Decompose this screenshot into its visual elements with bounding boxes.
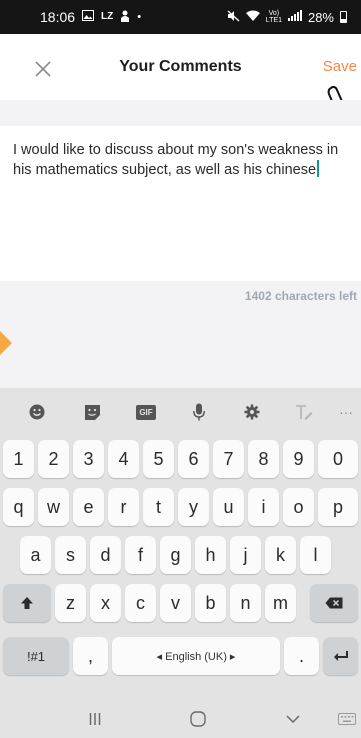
status-time: 18:06 bbox=[40, 9, 76, 25]
navigation-bar bbox=[0, 700, 361, 738]
key-e[interactable]: e bbox=[73, 488, 104, 526]
comma-key[interactable]: , bbox=[73, 637, 108, 675]
emoji-icon[interactable] bbox=[26, 401, 48, 423]
key-7[interactable]: 7 bbox=[213, 440, 244, 478]
key-k[interactable]: k bbox=[265, 536, 296, 574]
key-s[interactable]: s bbox=[55, 536, 86, 574]
key-n[interactable]: n bbox=[230, 584, 261, 622]
keyboard-switch-button[interactable] bbox=[335, 709, 359, 729]
shift-key[interactable] bbox=[3, 584, 51, 622]
recents-button[interactable] bbox=[84, 709, 106, 729]
key-w[interactable]: w bbox=[38, 488, 69, 526]
volte-icon: Vo) LTE1 bbox=[265, 10, 282, 24]
key-0[interactable]: 0 bbox=[318, 440, 358, 478]
key-2[interactable]: 2 bbox=[38, 440, 69, 478]
person-icon bbox=[120, 10, 130, 25]
key-9[interactable]: 9 bbox=[283, 440, 314, 478]
status-right: Vo) LTE1 28% bbox=[227, 10, 347, 25]
key-z[interactable]: z bbox=[55, 584, 86, 622]
back-button[interactable] bbox=[282, 709, 304, 729]
gif-icon[interactable]: GIF bbox=[135, 401, 157, 423]
image-icon bbox=[82, 10, 95, 24]
text-style-icon[interactable] bbox=[293, 401, 315, 423]
mic-icon[interactable] bbox=[188, 401, 210, 423]
status-left: 18:06 LZ • bbox=[40, 9, 141, 25]
backspace-icon bbox=[325, 597, 343, 609]
more-icon[interactable]: ··· bbox=[335, 401, 357, 423]
key-8[interactable]: 8 bbox=[248, 440, 279, 478]
key-r[interactable]: r bbox=[108, 488, 139, 526]
page-title: Your Comments bbox=[119, 58, 242, 75]
key-f[interactable]: f bbox=[125, 536, 156, 574]
settings-icon[interactable] bbox=[241, 401, 263, 423]
key-6[interactable]: 6 bbox=[178, 440, 209, 478]
key-m[interactable]: m bbox=[265, 584, 296, 622]
recents-icon bbox=[89, 713, 101, 725]
key-b[interactable]: b bbox=[195, 584, 226, 622]
sticker-icon[interactable] bbox=[81, 401, 103, 423]
battery-icon bbox=[340, 11, 347, 23]
mute-icon bbox=[227, 10, 240, 25]
key-3[interactable]: 3 bbox=[73, 440, 104, 478]
key-o[interactable]: o bbox=[283, 488, 314, 526]
back-icon bbox=[286, 715, 300, 723]
key-i[interactable]: i bbox=[248, 488, 279, 526]
key-t[interactable]: t bbox=[143, 488, 174, 526]
key-v[interactable]: v bbox=[160, 584, 191, 622]
period-key[interactable]: . bbox=[284, 637, 319, 675]
comment-textarea[interactable]: I would like to discuss about my son's w… bbox=[0, 126, 361, 281]
symbols-key[interactable]: !#1 bbox=[3, 637, 69, 675]
wifi-icon bbox=[245, 10, 260, 24]
header: Your Comments Save bbox=[0, 34, 361, 144]
key-h[interactable]: h bbox=[195, 536, 226, 574]
key-j[interactable]: j bbox=[230, 536, 261, 574]
key-q[interactable]: q bbox=[3, 488, 34, 526]
lz-icon: LZ bbox=[101, 11, 114, 22]
keyboard-icon bbox=[338, 713, 356, 725]
status-bar: 18:06 LZ • Vo) LTE1 28% bbox=[0, 0, 361, 34]
key-4[interactable]: 4 bbox=[108, 440, 139, 478]
keyboard: GIF ··· 1 2 3 4 5 6 7 8 9 0 q w e r t y … bbox=[0, 388, 361, 738]
characters-left-counter: 1402 characters left bbox=[244, 289, 357, 303]
enter-key[interactable] bbox=[323, 637, 358, 675]
key-y[interactable]: y bbox=[178, 488, 209, 526]
key-c[interactable]: c bbox=[125, 584, 156, 622]
battery-percent: 28% bbox=[307, 9, 334, 25]
counter-area: 1402 characters left bbox=[0, 281, 361, 388]
home-button[interactable] bbox=[186, 709, 210, 729]
enter-icon bbox=[333, 651, 348, 661]
save-button[interactable]: Save bbox=[323, 58, 357, 75]
space-key[interactable]: ◂ English (UK) ▸ bbox=[112, 637, 280, 675]
key-u[interactable]: u bbox=[213, 488, 244, 526]
key-a[interactable]: a bbox=[20, 536, 51, 574]
backspace-key[interactable] bbox=[310, 584, 358, 622]
shift-icon bbox=[21, 597, 33, 609]
gif-label: GIF bbox=[136, 404, 156, 420]
key-l[interactable]: l bbox=[300, 536, 331, 574]
key-g[interactable]: g bbox=[160, 536, 191, 574]
signal-icon bbox=[287, 10, 302, 24]
orange-arrow-icon bbox=[0, 331, 12, 355]
key-d[interactable]: d bbox=[90, 536, 121, 574]
text-caret bbox=[317, 160, 320, 177]
home-icon bbox=[190, 711, 206, 727]
key-5[interactable]: 5 bbox=[143, 440, 174, 478]
dot-icon: • bbox=[137, 10, 142, 23]
key-x[interactable]: x bbox=[90, 584, 121, 622]
key-1[interactable]: 1 bbox=[3, 440, 34, 478]
keyboard-toolbar: GIF ··· bbox=[0, 388, 361, 434]
comment-text: I would like to discuss about my son's w… bbox=[13, 142, 339, 178]
header-divider bbox=[0, 100, 361, 126]
key-p[interactable]: p bbox=[318, 488, 358, 526]
